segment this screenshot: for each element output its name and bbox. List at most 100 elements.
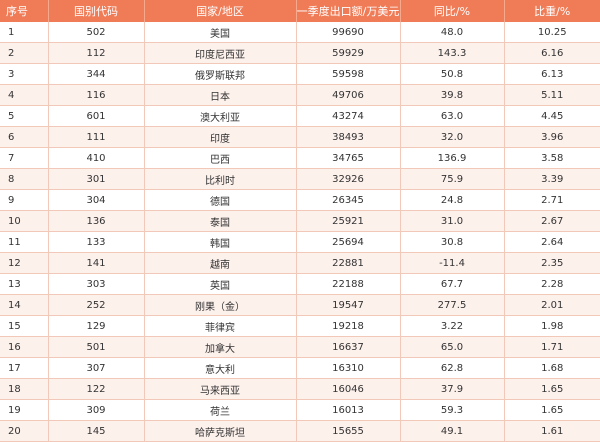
cell-share: 2.71 <box>504 189 600 211</box>
table-row: 5 601 澳大利亚 43274 63.0 4.45 <box>0 105 600 127</box>
cell-yoy: 37.9 <box>400 378 505 400</box>
cell-export: 16046 <box>296 378 401 400</box>
cell-index: 9 <box>0 189 49 211</box>
cell-country: 韩国 <box>144 231 297 253</box>
cell-export: 19547 <box>296 294 401 316</box>
cell-share: 10.25 <box>504 22 600 43</box>
cell-yoy: -11.4 <box>400 252 505 274</box>
cell-yoy: 32.0 <box>400 126 505 148</box>
cell-code: 122 <box>48 378 145 400</box>
cell-yoy: 3.22 <box>400 315 505 337</box>
cell-share: 3.39 <box>504 168 600 190</box>
cell-yoy: 136.9 <box>400 147 505 169</box>
table-row: 14 252 刚果（金） 19547 277.5 2.01 <box>0 294 600 316</box>
cell-export: 43274 <box>296 105 401 127</box>
table-row: 19 309 荷兰 16013 59.3 1.65 <box>0 399 600 421</box>
cell-share: 1.68 <box>504 357 600 379</box>
header-country: 国家/地区 <box>144 0 297 22</box>
cell-index: 16 <box>0 336 49 358</box>
cell-code: 145 <box>48 420 145 442</box>
cell-country: 加拿大 <box>144 336 297 358</box>
cell-yoy: 63.0 <box>400 105 505 127</box>
cell-export: 19218 <box>296 315 401 337</box>
cell-yoy: 277.5 <box>400 294 505 316</box>
cell-share: 2.01 <box>504 294 600 316</box>
cell-country: 马来西亚 <box>144 378 297 400</box>
cell-export: 16637 <box>296 336 401 358</box>
cell-index: 6 <box>0 126 49 148</box>
export-table: 序号 国别代码 国家/地区 一季度出口额/万美元 同比/% 比重/% 1 502 美… <box>0 0 600 442</box>
header-index: 序号 <box>0 0 49 22</box>
cell-share: 3.58 <box>504 147 600 169</box>
cell-share: 2.35 <box>504 252 600 274</box>
cell-share: 4.45 <box>504 105 600 127</box>
cell-code: 129 <box>48 315 145 337</box>
cell-country: 澳大利亚 <box>144 105 297 127</box>
cell-share: 1.65 <box>504 399 600 421</box>
cell-country: 印度尼西亚 <box>144 42 297 64</box>
cell-country: 哈萨克斯坦 <box>144 420 297 442</box>
cell-code: 136 <box>48 210 145 232</box>
cell-country: 俄罗斯联邦 <box>144 63 297 85</box>
cell-yoy: 24.8 <box>400 189 505 211</box>
cell-index: 18 <box>0 378 49 400</box>
cell-code: 141 <box>48 252 145 274</box>
cell-share: 2.28 <box>504 273 600 295</box>
cell-index: 3 <box>0 63 49 85</box>
table-row: 8 301 比利时 32926 75.9 3.39 <box>0 168 600 190</box>
cell-index: 1 <box>0 22 49 43</box>
cell-index: 4 <box>0 84 49 106</box>
cell-index: 12 <box>0 252 49 274</box>
cell-index: 7 <box>0 147 49 169</box>
cell-country: 德国 <box>144 189 297 211</box>
table-header: 序号 国别代码 国家/地区 一季度出口额/万美元 同比/% 比重/% <box>0 0 600 22</box>
header-share: 比重/% <box>504 0 600 22</box>
cell-index: 14 <box>0 294 49 316</box>
table-row: 18 122 马来西亚 16046 37.9 1.65 <box>0 378 600 400</box>
table-row: 4 116 日本 49706 39.8 5.11 <box>0 84 600 106</box>
cell-export: 32926 <box>296 168 401 190</box>
cell-yoy: 49.1 <box>400 420 505 442</box>
header-row: 序号 国别代码 国家/地区 一季度出口额/万美元 同比/% 比重/% <box>0 0 600 22</box>
cell-yoy: 143.3 <box>400 42 505 64</box>
cell-country: 巴西 <box>144 147 297 169</box>
table-row: 10 136 泰国 25921 31.0 2.67 <box>0 210 600 232</box>
cell-yoy: 31.0 <box>400 210 505 232</box>
cell-country: 英国 <box>144 273 297 295</box>
cell-index: 19 <box>0 399 49 421</box>
cell-yoy: 75.9 <box>400 168 505 190</box>
table-row: 2 112 印度尼西亚 59929 143.3 6.16 <box>0 42 600 64</box>
cell-country: 日本 <box>144 84 297 106</box>
cell-export: 25694 <box>296 231 401 253</box>
cell-share: 2.64 <box>504 231 600 253</box>
cell-code: 601 <box>48 105 145 127</box>
cell-index: 11 <box>0 231 49 253</box>
cell-share: 1.61 <box>504 420 600 442</box>
cell-country: 菲律宾 <box>144 315 297 337</box>
cell-index: 10 <box>0 210 49 232</box>
cell-code: 502 <box>48 22 145 43</box>
cell-country: 泰国 <box>144 210 297 232</box>
cell-export: 16013 <box>296 399 401 421</box>
cell-yoy: 48.0 <box>400 22 505 43</box>
table-row: 13 303 英国 22188 67.7 2.28 <box>0 273 600 295</box>
cell-code: 501 <box>48 336 145 358</box>
table-row: 11 133 韩国 25694 30.8 2.64 <box>0 231 600 253</box>
table-row: 6 111 印度 38493 32.0 3.96 <box>0 126 600 148</box>
cell-export: 99690 <box>296 22 401 43</box>
cell-export: 38493 <box>296 126 401 148</box>
cell-code: 309 <box>48 399 145 421</box>
cell-yoy: 65.0 <box>400 336 505 358</box>
cell-export: 59598 <box>296 63 401 85</box>
cell-yoy: 62.8 <box>400 357 505 379</box>
cell-code: 344 <box>48 63 145 85</box>
cell-country: 印度 <box>144 126 297 148</box>
table-row: 3 344 俄罗斯联邦 59598 50.8 6.13 <box>0 63 600 85</box>
cell-share: 6.16 <box>504 42 600 64</box>
table-row: 16 501 加拿大 16637 65.0 1.71 <box>0 336 600 358</box>
cell-yoy: 39.8 <box>400 84 505 106</box>
table-row: 1 502 美国 99690 48.0 10.25 <box>0 22 600 43</box>
cell-code: 304 <box>48 189 145 211</box>
cell-country: 刚果（金） <box>144 294 297 316</box>
cell-country: 比利时 <box>144 168 297 190</box>
